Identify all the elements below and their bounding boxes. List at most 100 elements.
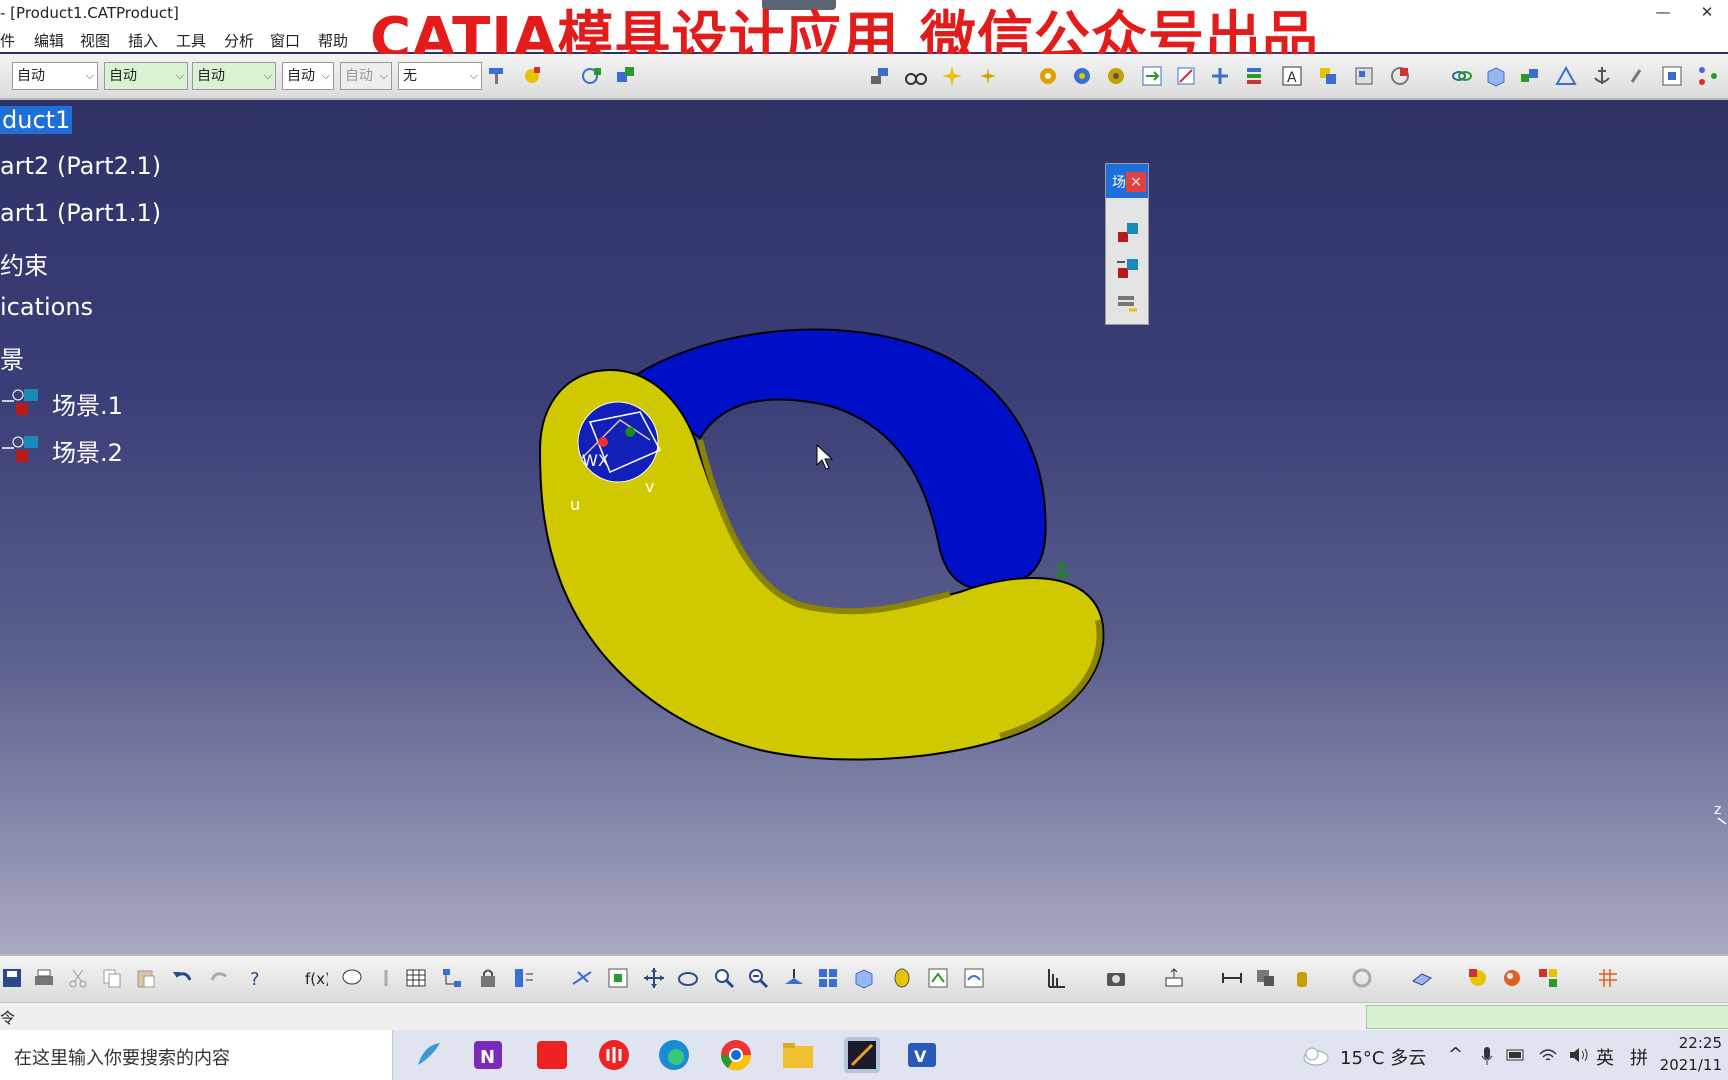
explode-icon[interactable] [940,64,964,88]
line-thickness-combo[interactable]: 自动 ⌵ [192,62,276,90]
print-icon[interactable] [32,966,56,990]
volume-icon[interactable] [1568,1046,1590,1064]
apply-material-icon[interactable] [1536,966,1560,990]
assembly-constraint-icon[interactable] [868,64,892,88]
measure-icon[interactable] [1044,966,1068,990]
update-icon[interactable] [1350,966,1374,990]
normal-view-icon[interactable] [782,966,806,990]
reorder-icon[interactable] [1244,64,1268,88]
frame-icon[interactable] [1660,64,1684,88]
menu-view[interactable]: 视图 [80,30,110,51]
link-icon[interactable] [1450,64,1474,88]
tree-item-scene-1[interactable]: 场景.1 [52,386,123,421]
fit-all-icon[interactable] [606,966,630,990]
swap-space-icon[interactable] [962,966,986,990]
minimize-button[interactable]: — [1640,0,1686,26]
menu-file[interactable]: 件 [0,30,15,51]
layer-combo[interactable]: 无 ⌵ [398,62,482,90]
zoom-in-icon[interactable] [712,966,736,990]
hide-show-icon[interactable] [926,966,950,990]
network-icon[interactable] [1696,64,1720,88]
robot-manipulator[interactable] [577,401,659,483]
line-type-combo[interactable]: 自动 ⌵ [282,62,334,90]
gear-analysis-icon[interactable] [1104,64,1128,88]
zoom-out-icon[interactable] [746,966,770,990]
spec-icon[interactable] [512,966,536,990]
exploded-view-icon[interactable] [1162,966,1186,990]
onenote-icon[interactable]: N [470,1037,506,1073]
menu-analyze[interactable]: 分析 [224,30,254,51]
scene-icon[interactable] [580,64,604,88]
sketch-icon[interactable] [1554,64,1578,88]
tray-expand-icon[interactable]: ^ [1448,1044,1463,1065]
simulation-icon[interactable] [614,64,638,88]
catia-app-icon[interactable] [844,1037,880,1073]
mass-icon[interactable] [1290,966,1314,990]
iso-view-icon[interactable] [852,966,876,990]
weather-text[interactable]: 15°C 多云 [1340,1044,1426,1070]
floating-toolbar-header[interactable]: 场 × [1106,164,1148,198]
move-arrow-icon[interactable] [1140,64,1164,88]
component-icon[interactable] [1316,64,1340,88]
formula-icon[interactable]: f(x) [304,966,328,990]
transparency-combo[interactable]: 自动 ⌵ [104,62,188,90]
graphic-properties-icon[interactable] [520,64,544,88]
tree-structure-icon[interactable] [440,966,464,990]
apply-scene-icon[interactable] [1115,256,1141,282]
paste-icon[interactable] [134,966,158,990]
anchor-icon[interactable] [1590,64,1614,88]
file-explorer-icon[interactable] [780,1037,816,1073]
plane-icon[interactable] [1410,966,1434,990]
distance-icon[interactable] [1220,966,1244,990]
save-icon[interactable] [0,966,24,990]
material-icon[interactable] [1500,966,1524,990]
point-type-combo[interactable]: 自动 ⌵ [340,62,392,90]
3d-viewport[interactable]: W X u v z duct1 art2 (Part2.1) art1 (Par… [0,100,1728,954]
battery-icon[interactable] [1506,1048,1526,1062]
manipulate-icon[interactable] [1208,64,1232,88]
menu-tools[interactable]: 工具 [176,30,206,51]
paperclip-icon[interactable] [1624,64,1648,88]
microphone-icon[interactable] [1480,1046,1494,1066]
format-painter-icon[interactable] [486,64,510,88]
catalog-icon[interactable] [1352,64,1376,88]
chrome-browser-icon[interactable] [718,1037,754,1073]
tree-item-part2[interactable]: art2 (Part2.1) [0,152,161,180]
redo-icon[interactable] [208,966,232,990]
grid-icon[interactable] [1596,966,1620,990]
visio-icon[interactable]: V [904,1037,940,1073]
tree-item-part1[interactable]: art1 (Part1.1) [0,199,161,227]
color-combo[interactable]: 自动 ⌵ [12,62,98,90]
taskbar-clock[interactable]: 22:25 2021/11 [1660,1032,1722,1076]
menu-edit[interactable]: 编辑 [34,30,64,51]
tree-item-scenes[interactable]: 景 [0,340,24,375]
shading-icon[interactable] [890,966,914,990]
fix-constraint-icon[interactable] [1053,562,1071,579]
music-app-icon[interactable] [596,1037,632,1073]
snap-icon[interactable] [1174,64,1198,88]
tree-item-constraints[interactable]: 约束 [0,246,48,281]
table-icon[interactable] [404,966,428,990]
edge-browser-icon[interactable] [656,1037,692,1073]
comment-icon[interactable] [340,966,364,990]
close-toolbar-button[interactable]: × [1126,172,1146,192]
taskbar-search[interactable]: 在这里输入你要搜索的内容 [0,1030,393,1080]
gear-icon[interactable] [1036,64,1060,88]
ime-mode[interactable]: 拼 [1630,1044,1648,1070]
knowledge-icon[interactable] [374,966,398,990]
edit-scene-icon[interactable] [1115,220,1141,246]
sparkle-icon[interactable] [976,64,1000,88]
render-icon[interactable] [1466,966,1490,990]
wifi-icon[interactable] [1538,1046,1558,1064]
fly-mode-icon[interactable] [570,966,594,990]
kinematics-icon[interactable] [1388,64,1412,88]
clash-icon[interactable] [1254,966,1278,990]
command-input[interactable] [1366,1005,1728,1029]
compass-icon[interactable] [1717,817,1727,825]
tree-item-scene-2[interactable]: 场景.2 [52,433,123,468]
menu-insert[interactable]: 插入 [128,30,158,51]
gear-settings-icon[interactable] [1070,64,1094,88]
parts-icon[interactable] [1518,64,1542,88]
menu-help[interactable]: 帮助 [318,30,348,51]
undo-icon[interactable] [170,966,194,990]
